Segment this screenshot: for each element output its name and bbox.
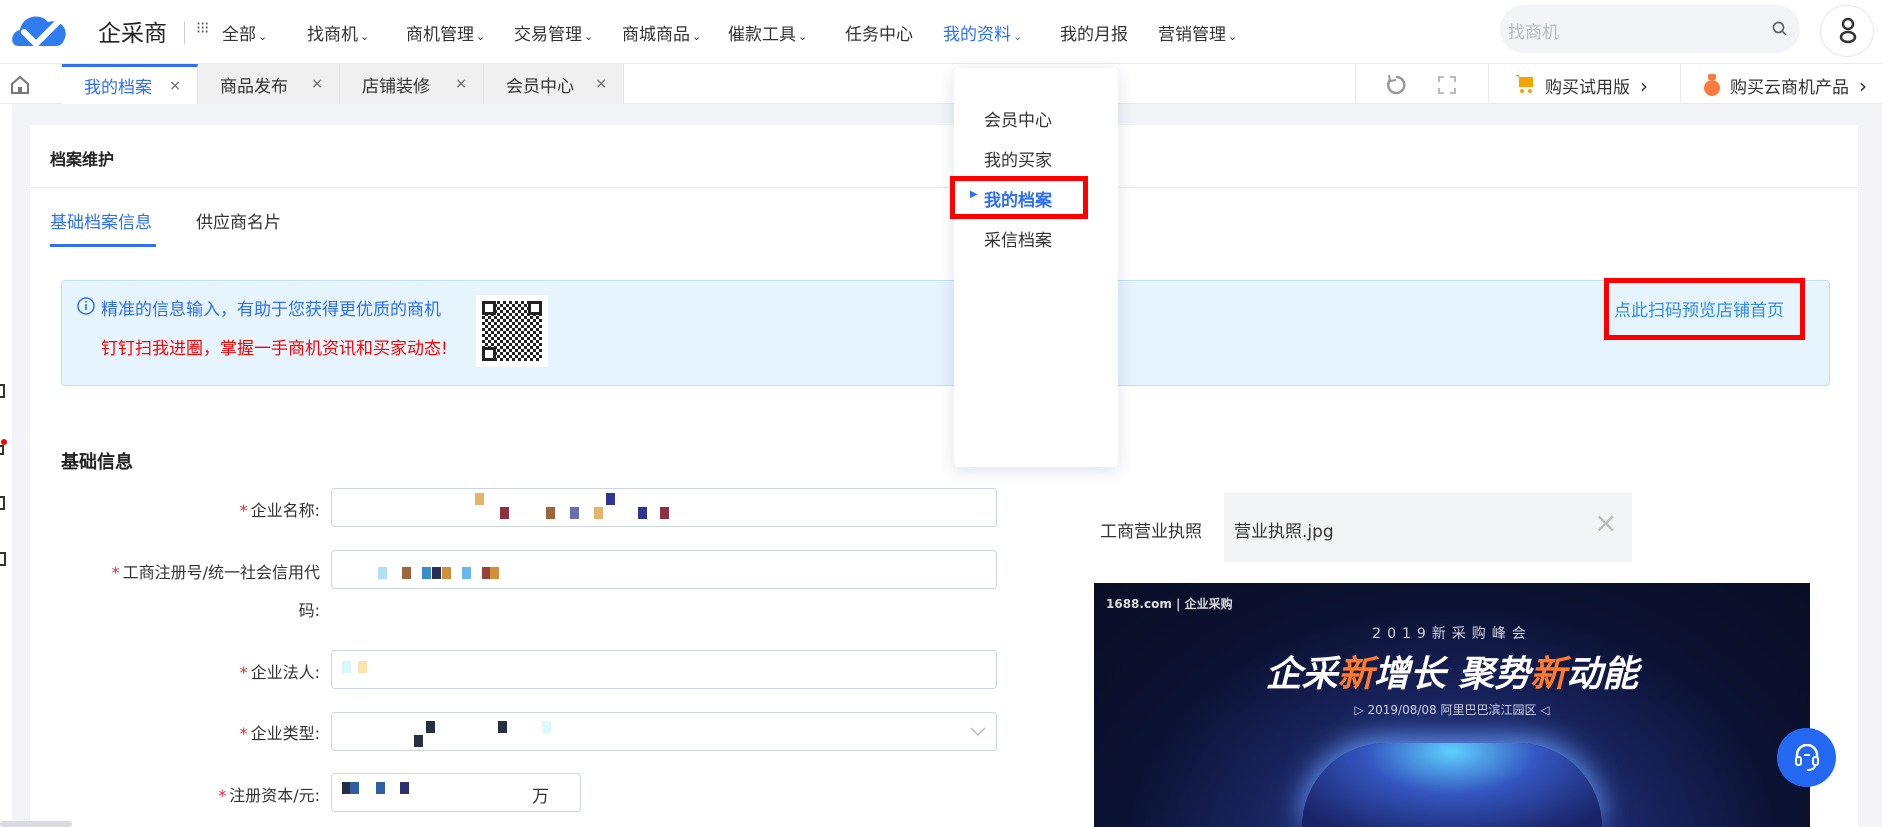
nav-find-leads[interactable]: 找商机 ⌄ xyxy=(307,20,369,45)
registered-capital-input[interactable]: 万 xyxy=(331,773,581,812)
divider xyxy=(1680,64,1681,104)
user-icon xyxy=(1839,17,1857,44)
registered-capital-label: * 注册资本/元: xyxy=(218,786,320,805)
nav-all[interactable]: 全部 ⌄ xyxy=(222,20,267,45)
divider xyxy=(184,22,185,44)
nav-lead-management[interactable]: 商机管理 ⌄ xyxy=(406,20,485,45)
search-placeholder: 找商机 xyxy=(1508,23,1559,43)
capital-unit: 万 xyxy=(532,787,549,807)
menu-item-member-center[interactable]: 会员中心 xyxy=(984,106,1052,131)
tab-basic-info[interactable]: 基础档案信息 xyxy=(50,208,152,233)
highlight-box xyxy=(950,176,1088,219)
reg-number-input[interactable] xyxy=(331,550,997,589)
logo-icon xyxy=(12,16,66,49)
license-filename: 营业执照.jpg xyxy=(1234,522,1334,542)
page-title: 档案维护 xyxy=(50,150,115,169)
info-text: 精准的信息输入，有助于您获得更优质的商机 xyxy=(101,300,441,320)
remove-file-icon[interactable]: × xyxy=(1594,509,1617,537)
nav-collection-tools[interactable]: 催款工具 ⌄ xyxy=(728,20,807,45)
tab-member-center[interactable]: 会员中心 × xyxy=(484,64,624,104)
grid-icon: ⁝⁝⁝ xyxy=(196,18,209,37)
reg-number-label-cont: 码: xyxy=(298,601,320,620)
nav-mall-products[interactable]: 商城商品 ⌄ xyxy=(622,20,701,45)
company-type-select[interactable] xyxy=(331,712,997,751)
nav-task-center[interactable]: 任务中心 xyxy=(845,20,913,45)
side-strip xyxy=(0,104,12,827)
side-icon xyxy=(0,552,6,566)
info-icon xyxy=(77,297,95,315)
divider xyxy=(30,187,1858,188)
legal-person-input[interactable] xyxy=(331,650,997,689)
side-icon xyxy=(0,445,4,455)
dingtalk-promo-text: 钉钉扫我进圈，掌握一手商机资讯和买家动态! xyxy=(101,339,448,359)
legal-person-label: * 企业法人: xyxy=(239,663,320,682)
side-icon xyxy=(0,384,5,398)
search-input[interactable]: 找商机 xyxy=(1500,5,1800,53)
nav-marketing[interactable]: 营销管理 ⌄ xyxy=(1158,20,1237,45)
home-icon[interactable] xyxy=(10,75,30,95)
my-profile-dropdown: 会员中心 我的买家 ▶ 我的档案 采信档案 xyxy=(954,68,1118,467)
nav-monthly-report[interactable]: 我的月报 xyxy=(1060,20,1128,45)
refresh-icon[interactable] xyxy=(1385,74,1407,96)
notification-dot xyxy=(1,439,7,445)
search-icon[interactable] xyxy=(1772,21,1788,37)
license-image-preview[interactable]: 1688.com | 企业采购 2019新采购峰会 企采新增长 聚势新动能 ▷ … xyxy=(1094,583,1810,827)
top-header: 企采商 ⁝⁝⁝ 全部 ⌄ 找商机 ⌄ 商机管理 ⌄ 交易管理 ⌄ 商城商品 ⌄ 催款工具 ⌄… xyxy=(0,0,1882,64)
highlight-box xyxy=(1604,278,1805,340)
company-name-label: * 企业名称: xyxy=(239,501,320,520)
tab-supplier-card[interactable]: 供应商名片 xyxy=(196,208,281,233)
banner-event: 2019新采购峰会 xyxy=(1372,626,1532,642)
buy-trial-link[interactable]: 购买试用版 › xyxy=(1545,73,1648,98)
buy-cloud-link[interactable]: 购买云商机产品 › xyxy=(1730,73,1867,98)
customer-support-button[interactable] xyxy=(1777,728,1836,787)
tab-product-publish[interactable]: 商品发布 × xyxy=(198,64,340,104)
brand-name: 企采商 xyxy=(98,21,167,47)
nav-my-profile[interactable]: 我的资料 ⌄ xyxy=(943,20,1022,45)
section-title: 基础信息 xyxy=(61,452,133,473)
fullscreen-icon[interactable] xyxy=(1438,76,1456,94)
side-icon xyxy=(0,496,5,510)
tab-bar: 我的档案 × 商品发布 × 店铺装修 × 会员中心 × 购买试用版 › 购买云商机产品 › xyxy=(0,64,1882,104)
close-icon[interactable]: × xyxy=(595,76,607,92)
cart-icon xyxy=(1515,75,1533,93)
license-file[interactable]: 营业执照.jpg × xyxy=(1224,493,1632,562)
tab-store-decoration[interactable]: 店铺装修 × xyxy=(340,64,484,104)
nav-trade-management[interactable]: 交易管理 ⌄ xyxy=(514,20,593,45)
headset-icon xyxy=(1795,744,1819,771)
divider xyxy=(1488,64,1489,104)
banner-date: ▷ 2019/08/08 阿里巴巴滨江园区 ◁ xyxy=(1354,703,1550,717)
active-tab-underline xyxy=(50,244,156,247)
money-bag-icon xyxy=(1704,74,1720,96)
license-label: 工商营业执照 xyxy=(1100,522,1202,542)
tab-my-profile[interactable]: 我的档案 × xyxy=(62,64,198,104)
banner-slogan: 企采新增长 聚势新动能 xyxy=(1265,654,1639,695)
banner-globe xyxy=(1302,743,1602,827)
menu-item-credit-profile[interactable]: 采信档案 xyxy=(984,226,1052,251)
close-icon[interactable]: × xyxy=(455,76,467,92)
chevron-down-icon[interactable] xyxy=(970,727,986,737)
horizontal-scrollbar[interactable] xyxy=(0,821,72,827)
user-avatar[interactable] xyxy=(1820,5,1874,57)
divider xyxy=(1355,64,1356,104)
company-type-label: * 企业类型: xyxy=(239,724,320,743)
qr-code xyxy=(476,295,548,367)
company-name-input[interactable] xyxy=(331,488,997,527)
close-icon[interactable]: × xyxy=(311,76,323,92)
menu-item-my-buyers[interactable]: 我的买家 xyxy=(984,146,1052,171)
reg-number-label: * 工商注册号/统一社会信用代 xyxy=(111,563,320,582)
close-icon[interactable]: × xyxy=(169,78,181,94)
